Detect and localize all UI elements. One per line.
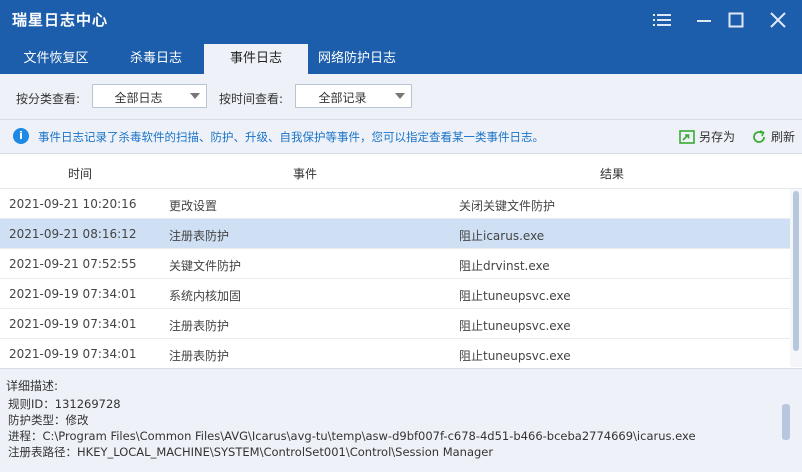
- tab-event-log[interactable]: 事件日志: [204, 44, 308, 74]
- refresh-label: 刷新: [771, 130, 796, 144]
- row-time: 2021-09-21 07:52:55: [9, 257, 137, 271]
- chevron-down-icon: [395, 93, 405, 99]
- save-as-button[interactable]: 另存为: [679, 128, 735, 145]
- column-header-time[interactable]: 时间: [68, 165, 92, 182]
- detail-rule-id: 规则ID：131269728: [8, 397, 121, 411]
- row-result: 阻止icarus.exe: [459, 229, 545, 243]
- detail-title: 详细描述:: [6, 379, 59, 393]
- info-icon: i: [13, 128, 29, 144]
- detail-scrollbar-thumb[interactable]: [782, 404, 790, 440]
- table-row-selected[interactable]: 2021-09-21 08:16:12 注册表防护 阻止icarus.exe: [0, 219, 790, 249]
- column-header-event[interactable]: 事件: [293, 165, 317, 182]
- table-row[interactable]: 2021-09-19 07:34:01 注册表防护 阻止tuneupsvc.ex…: [0, 339, 790, 367]
- refresh-icon: [753, 129, 765, 143]
- row-result: 阻止drvinst.exe: [459, 259, 550, 273]
- detail-registry-path: 注册表路径：HKEY_LOCAL_MACHINE\SYSTEM\ControlS…: [8, 445, 494, 459]
- detail-process: 进程：C:\Program Files\Common Files\AVG\Ica…: [8, 429, 696, 443]
- time-select[interactable]: 全部记录: [295, 84, 412, 108]
- minimize-icon[interactable]: [690, 6, 718, 34]
- title-bar: 瑞星日志中心: [0, 0, 802, 40]
- column-header-result[interactable]: 结果: [600, 165, 624, 182]
- menu-icon[interactable]: [648, 6, 676, 34]
- category-filter-label: 按分类查看:: [16, 92, 81, 106]
- row-event: 关键文件防护: [169, 259, 242, 273]
- export-icon: [679, 129, 695, 144]
- maximize-icon[interactable]: [722, 6, 750, 34]
- refresh-button[interactable]: 刷新: [751, 128, 795, 145]
- row-event: 注册表防护: [169, 229, 230, 243]
- event-table-body: 2021-09-21 10:20:16 更改设置 关闭关键文件防护 2021-0…: [0, 189, 790, 367]
- row-result: 阻止tuneupsvc.exe: [459, 319, 571, 333]
- tab-network-log[interactable]: 网络防护日志: [308, 44, 406, 74]
- row-result: 关闭关键文件防护: [459, 199, 556, 213]
- tab-bar: 文件恢复区 杀毒日志 事件日志 网络防护日志: [0, 40, 802, 74]
- row-result: 阻止tuneupsvc.exe: [459, 349, 571, 363]
- row-time: 2021-09-19 07:34:01: [9, 287, 137, 301]
- save-as-label: 另存为: [699, 130, 736, 144]
- row-time: 2021-09-21 10:20:16: [9, 197, 137, 211]
- row-event: 更改设置: [169, 199, 218, 213]
- time-select-value: 全部记录: [318, 91, 367, 105]
- table-row[interactable]: 2021-09-19 07:34:01 注册表防护 阻止tuneupsvc.ex…: [0, 309, 790, 339]
- table-row[interactable]: 2021-09-21 07:52:55 关键文件防护 阻止drvinst.exe: [0, 249, 790, 279]
- chevron-down-icon: [190, 93, 200, 99]
- table-scrollbar-thumb[interactable]: [793, 191, 799, 351]
- row-result: 阻止tuneupsvc.exe: [459, 289, 571, 303]
- window-title: 瑞星日志中心: [12, 11, 109, 29]
- table-scrollbar[interactable]: [790, 189, 802, 367]
- category-select-value: 全部日志: [114, 91, 163, 105]
- close-icon[interactable]: [764, 6, 792, 34]
- info-text: 事件日志记录了杀毒软件的扫描、防护、升级、自我保护等事件，您可以指定查看某一类事…: [38, 130, 544, 144]
- row-time: 2021-09-19 07:34:01: [9, 347, 137, 361]
- detail-protection-type: 防护类型：修改: [8, 413, 89, 427]
- tab-virus-log[interactable]: 杀毒日志: [108, 44, 204, 74]
- filter-bar: 按分类查看: 全部日志 按时间查看: 全部记录: [0, 74, 802, 120]
- tab-file-recovery[interactable]: 文件恢复区: [8, 44, 104, 74]
- table-header: 时间 事件 结果: [0, 155, 802, 189]
- row-event: 注册表防护: [169, 349, 230, 363]
- row-event: 系统内核加固: [169, 289, 242, 303]
- info-bar: i 事件日志记录了杀毒软件的扫描、防护、升级、自我保护等事件，您可以指定查看某一…: [0, 120, 802, 154]
- table-row[interactable]: 2021-09-21 10:20:16 更改设置 关闭关键文件防护: [0, 189, 790, 219]
- row-time: 2021-09-19 07:34:01: [9, 317, 137, 331]
- category-select[interactable]: 全部日志: [92, 84, 207, 108]
- row-time: 2021-09-21 08:16:12: [9, 227, 137, 241]
- row-event: 注册表防护: [169, 319, 230, 333]
- time-filter-label: 按时间查看:: [219, 92, 284, 106]
- table-row[interactable]: 2021-09-19 07:34:01 系统内核加固 阻止tuneupsvc.e…: [0, 279, 790, 309]
